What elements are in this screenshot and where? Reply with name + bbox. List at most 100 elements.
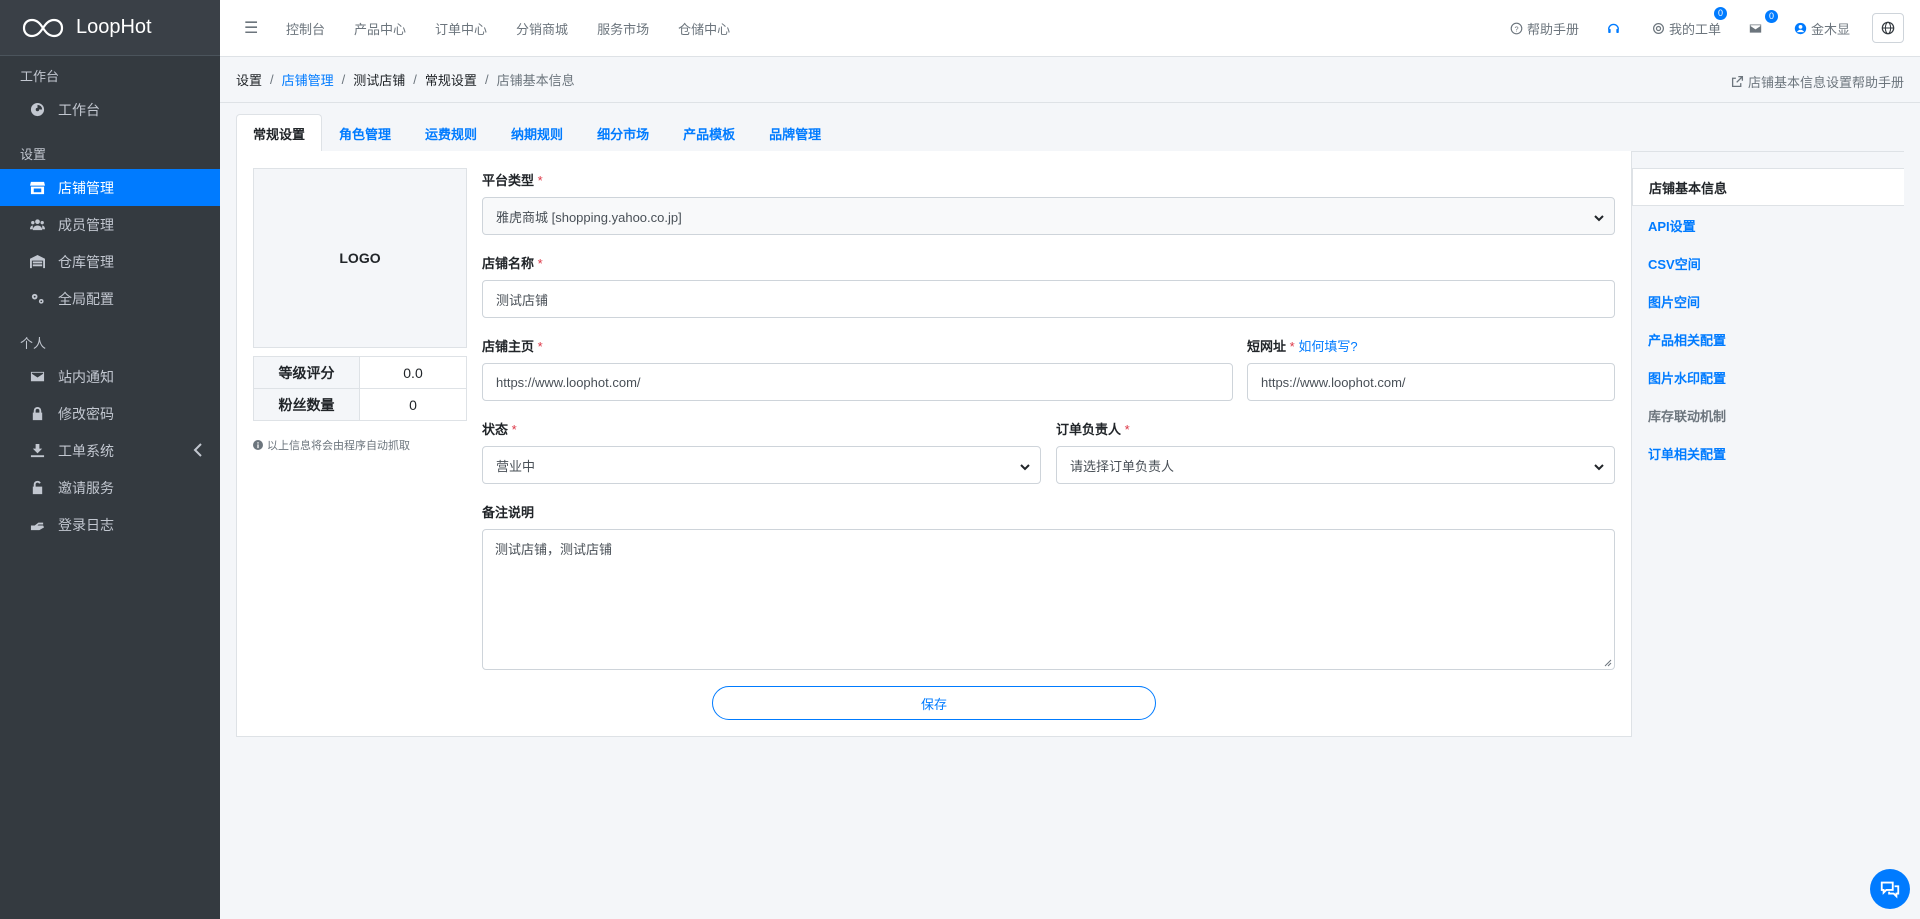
store-help-manual-link[interactable]: 店铺基本信息设置帮助手册 [1731,72,1904,91]
globe-icon [1881,21,1895,35]
lock-icon [28,405,46,423]
mail-button[interactable]: 0 [1749,9,1778,35]
store-help-manual-label: 店铺基本信息设置帮助手册 [1747,75,1904,90]
store-name-label-text: 店铺名称 [482,256,535,271]
tab-general-settings[interactable]: 常规设置 [236,114,323,152]
store-homepage-value: https://www.loophot.com/ [496,374,641,390]
top-nav-service-market[interactable]: 服务市场 [597,19,649,38]
info-circle-icon [253,440,263,450]
short-url-label-text: 短网址 [1247,339,1287,354]
fans-label: 粉丝数量 [253,388,360,421]
sidebar-item-label: 仓库管理 [58,253,114,270]
top-nav-orders[interactable]: 订单中心 [435,19,487,38]
tab-delivery-rules[interactable]: 纳期规则 [494,114,580,152]
my-tickets-label: 我的工单 [1668,21,1721,37]
sidebar-item-change-password[interactable]: 修改密码 [0,395,220,432]
svg-text:?: ? [1514,24,1518,33]
rating-value: 0.0 [359,356,467,389]
auto-fetch-note: 以上信息将会由程序自动抓取 [253,437,410,453]
help-manual-link[interactable]: ? 帮助手册 [1510,19,1579,38]
user-menu[interactable]: 金木显 [1794,19,1850,38]
help-manual-label: 帮助手册 [1526,21,1579,37]
tab-shipping-rules[interactable]: 运费规则 [408,114,494,152]
top-nav-products[interactable]: 产品中心 [354,19,406,38]
side-nav-watermark-config[interactable]: 图片水印配置 [1632,358,1904,396]
tab-product-templates[interactable]: 产品模板 [666,114,752,152]
side-nav-csv-space[interactable]: CSV空间 [1632,244,1904,282]
menu-toggle-icon[interactable]: ☰ [220,18,260,38]
side-nav-product-config[interactable]: 产品相关配置 [1632,320,1904,358]
side-nav-image-space[interactable]: 图片空间 [1632,282,1904,320]
mail-badge: 0 [1764,9,1778,23]
breadcrumb-test-store: 测试店铺 [353,73,406,88]
envelope-icon [28,368,46,386]
top-nav-storage[interactable]: 仓储中心 [678,19,730,38]
sidebar-item-label: 成员管理 [58,216,114,233]
tab-market-segments[interactable]: 细分市场 [580,114,666,152]
chat-button[interactable] [1870,869,1910,909]
side-nav-api-settings[interactable]: API设置 [1632,206,1904,244]
sidebar-item-ticket-system[interactable]: 工单系统 [0,432,220,469]
top-nav-console[interactable]: 控制台 [286,19,325,38]
warehouse-icon [28,253,46,271]
side-nav-order-config[interactable]: 订单相关配置 [1632,434,1904,472]
cogs-icon [28,290,46,308]
tab-brand-management[interactable]: 品牌管理 [752,114,838,152]
hand-icon [28,516,46,534]
tab-role-management[interactable]: 角色管理 [322,114,408,152]
sidebar-item-label: 登录日志 [58,516,114,533]
support-headset-button[interactable] [1607,22,1624,35]
fans-value: 0 [359,388,467,421]
status-select[interactable]: 营业中 [482,446,1041,484]
required-mark: * [537,256,543,271]
brand[interactable]: LoopHot [0,0,220,56]
top-navbar: ☰ 控制台 产品中心 订单中心 分销商城 服务市场 仓储中心 ? 帮助手册 我的… [220,0,1920,57]
language-button[interactable] [1872,13,1904,43]
store-name-input[interactable]: 测试店铺 [482,280,1615,318]
side-nav-inventory-sync[interactable]: 库存联动机制 [1632,396,1904,434]
platform-type-select[interactable]: 雅虎商城 [shopping.yahoo.co.jp] [482,197,1615,235]
breadcrumb-settings: 设置 [236,73,263,88]
short-url-input[interactable]: https://www.loophot.com/ [1247,363,1615,401]
settings-side-nav: 店铺基本信息 API设置 CSV空间 图片空间 产品相关配置 图片水印配置 库存… [1632,152,1904,472]
platform-type-value: 雅虎商城 [shopping.yahoo.co.jp] [496,209,682,225]
breadcrumb: 设置 / 店铺管理 / 测试店铺 / 常规设置 / 店铺基本信息 店铺基本信息设… [220,57,1920,103]
table-row: 粉丝数量 0 [253,388,467,421]
order-owner-select[interactable]: 请选择订单负责人 [1056,446,1615,484]
required-mark: * [1289,339,1295,354]
auto-fetch-note-text: 以上信息将会由程序自动抓取 [267,440,410,452]
sidebar-item-notifications[interactable]: 站内通知 [0,358,220,395]
sidebar-item-warehouse-management[interactable]: 仓库管理 [0,243,220,280]
remark-textarea[interactable]: 测试店铺，测试店铺 [482,529,1615,670]
remark-label: 备注说明 [482,502,534,521]
breadcrumb-separator: / [341,72,346,87]
sidebar-item-label: 站内通知 [58,368,114,385]
top-nav-distribution[interactable]: 分销商城 [516,19,568,38]
required-mark: * [537,173,543,188]
save-button[interactable]: 保存 [712,686,1156,720]
sidebar-item-label: 邀请服务 [58,479,114,496]
unlock-icon [28,479,46,497]
external-link-icon [1731,75,1744,88]
store-homepage-input[interactable]: https://www.loophot.com/ [482,363,1233,401]
chat-bubbles-icon [1880,881,1900,899]
sidebar-item-login-log[interactable]: 登录日志 [0,506,220,543]
resize-handle-icon[interactable] [1604,659,1612,667]
side-nav-basic-info[interactable]: 店铺基本信息 [1632,168,1904,206]
sidebar-item-invite-service[interactable]: 邀请服务 [0,469,220,506]
breadcrumb-store-management[interactable]: 店铺管理 [282,70,334,89]
chevron-down-icon [1594,460,1604,475]
store-logo[interactable]: LOGO [253,168,467,348]
sidebar-item-label: 工单系统 [58,442,114,459]
ticket-icon [28,442,46,460]
sidebar-item-workbench[interactable]: 工作台 [0,91,220,128]
sidebar-item-member-management[interactable]: 成员管理 [0,206,220,243]
infinity-logo-icon [22,18,64,37]
status-value: 营业中 [496,458,536,474]
sidebar-item-store-management[interactable]: 店铺管理 [0,169,220,206]
sidebar-header-settings: 设置 [20,147,47,162]
sidebar-item-global-config[interactable]: 全局配置 [0,280,220,317]
my-tickets-link[interactable]: 我的工单 0 [1652,6,1727,38]
how-to-fill-link[interactable]: 如何填写? [1298,339,1357,354]
store-homepage-label-text: 店铺主页 [482,339,535,354]
